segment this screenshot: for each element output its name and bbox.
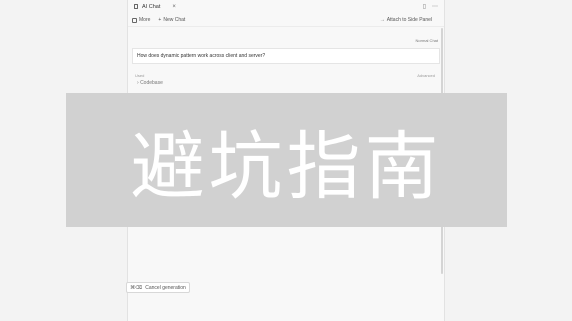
- more-button[interactable]: More: [132, 17, 150, 23]
- tab-ai-chat[interactable]: AI Chat ×: [128, 0, 182, 13]
- plus-icon: +: [158, 17, 162, 23]
- cancel-label: Cancel generation: [145, 284, 186, 291]
- tab-actions: ▯ ⋯: [423, 3, 444, 10]
- advanced-toggle[interactable]: Advanced: [417, 73, 435, 78]
- more-label: More: [139, 17, 151, 23]
- more-icon[interactable]: ⋯: [432, 3, 438, 10]
- arrow-right-icon: →: [379, 17, 385, 23]
- attach-label: Attach to Side Panel: [386, 17, 432, 23]
- split-icon[interactable]: ▯: [423, 3, 426, 10]
- document-icon: [134, 4, 138, 9]
- new-chat-button[interactable]: + New Chat: [158, 17, 185, 23]
- attach-button[interactable]: → Attach to Side Panel: [380, 17, 432, 23]
- tab-bar: AI Chat × ▯ ⋯: [128, 0, 444, 13]
- chat-toolbar: More + New Chat → Attach to Side Panel: [128, 14, 444, 27]
- new-chat-label: New Chat: [163, 17, 186, 23]
- cancel-generation-button[interactable]: ⌘⌫ Cancel generation: [126, 282, 190, 293]
- overlay-text: 避坑指南: [130, 123, 443, 210]
- question-text: How does dynamic pattern work across cli…: [137, 53, 266, 59]
- codebase-label: Codebase: [140, 80, 163, 86]
- chat-mode-badge[interactable]: Normal Chat: [416, 38, 438, 43]
- chevron-right-icon: ›: [137, 80, 139, 86]
- tab-title: AI Chat: [142, 3, 161, 10]
- close-icon[interactable]: ×: [172, 4, 176, 10]
- meta-used: Used: [135, 73, 145, 78]
- user-message: How does dynamic pattern work across cli…: [132, 48, 440, 64]
- codebase-item[interactable]: › Codebase: [137, 80, 163, 86]
- sidebar-icon: [132, 17, 137, 23]
- message-meta: Used Advanced: [135, 73, 435, 78]
- shortcut-hint: ⌘⌫: [130, 284, 143, 291]
- watermark-overlay: 避坑指南: [66, 93, 507, 227]
